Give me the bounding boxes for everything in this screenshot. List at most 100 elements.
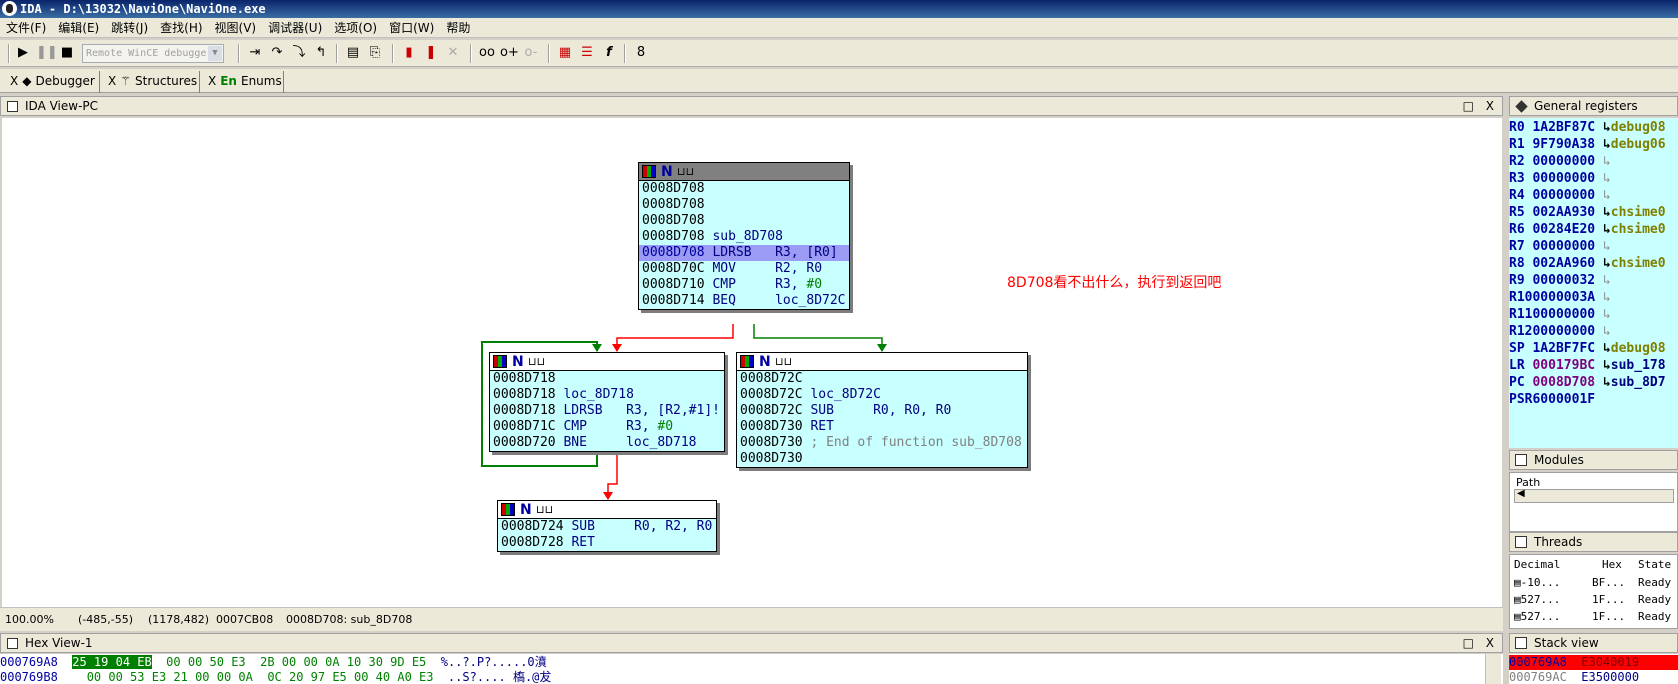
- register-value[interactable]: 6000001F: [1532, 392, 1595, 407]
- hex-scrollbar[interactable]: [1485, 654, 1501, 684]
- graph-icon[interactable]: 8: [632, 44, 650, 62]
- register-row-r2[interactable]: R2 00000000 ↳: [1509, 153, 1611, 171]
- watch-icon[interactable]: oo: [478, 44, 496, 62]
- register-value[interactable]: 00000000: [1525, 188, 1595, 203]
- run-to-cursor-icon[interactable]: ⤵: [290, 44, 308, 62]
- register-reference[interactable]: debug08: [1611, 120, 1666, 135]
- register-value[interactable]: 00000000: [1525, 171, 1595, 186]
- disasm-line[interactable]: 0008D714 BEQ loc_8D72C: [639, 293, 849, 309]
- start-process-icon[interactable]: ▶: [14, 44, 32, 62]
- registers-panel[interactable]: R0 1A2BF87C ↳debug08 R1 9F790A38 ↳debug06…: [1509, 118, 1678, 448]
- threads-header[interactable]: Threads: [1509, 532, 1678, 552]
- disasm-line[interactable]: 0008D720 BNE loc_8D718: [490, 435, 724, 451]
- register-reference[interactable]: chsime0: [1611, 222, 1666, 237]
- jump-arrow-icon[interactable]: ↳: [1603, 120, 1611, 135]
- disasm-line[interactable]: 0008D708 sub_8D708: [639, 229, 849, 245]
- threads-col-hex[interactable]: Hex: [1602, 557, 1622, 573]
- remove-watch-icon[interactable]: o-: [522, 44, 540, 62]
- stack-view-header[interactable]: Stack view: [1509, 633, 1678, 653]
- tab-enums[interactable]: X En Enums: [204, 71, 284, 93]
- disasm-line[interactable]: 0008D708: [639, 197, 849, 213]
- graph-view[interactable]: N ⊔⊔ 0008D708 0008D708 0008D708 0008D708 …: [2, 118, 1502, 607]
- jump-arrow-icon[interactable]: ↳: [1603, 290, 1611, 305]
- current-instruction-line[interactable]: 0008D708 LDRSB R3, [R0]: [639, 245, 849, 261]
- disasm-line[interactable]: 0008D708: [639, 213, 849, 229]
- register-value[interactable]: 000179BC: [1525, 358, 1595, 373]
- register-row-r4[interactable]: R4 00000000 ↳: [1509, 187, 1611, 205]
- disasm-line[interactable]: 0008D72C: [737, 371, 1027, 387]
- graph-node-loc-8d718[interactable]: N ⊔⊔ 0008D718 0008D718 loc_8D718 0008D718…: [489, 352, 725, 452]
- jump-arrow-icon[interactable]: ↳: [1603, 188, 1611, 203]
- menu-options[interactable]: 选项(O): [328, 18, 383, 38]
- thread-row[interactable]: ▤527...: [1514, 609, 1560, 625]
- register-row-lr[interactable]: LR 000179BC ↳sub_178: [1509, 357, 1666, 375]
- jump-arrow-icon[interactable]: ↳: [1603, 375, 1611, 390]
- modules-scrollbar[interactable]: ◀: [1514, 488, 1674, 503]
- threads-col-decimal[interactable]: Decimal: [1514, 557, 1560, 573]
- thread-row[interactable]: ▤527...: [1514, 592, 1560, 608]
- disasm-line[interactable]: 0008D72C SUB R0, R0, R0: [737, 403, 1027, 419]
- jump-arrow-icon[interactable]: ↳: [1603, 154, 1611, 169]
- register-value[interactable]: 00000000: [1532, 324, 1595, 339]
- register-row-sp[interactable]: SP 1A2BF7FC ↳debug08: [1509, 340, 1666, 358]
- trace-icon[interactable]: ⎘: [366, 44, 384, 62]
- menu-file[interactable]: 文件(F): [0, 18, 52, 38]
- hex-row[interactable]: 000769B8 00 00 53 E3 21 00 00 0A 0C 20 9…: [0, 670, 551, 684]
- jump-arrow-icon[interactable]: ↳: [1603, 307, 1611, 322]
- run-until-return-icon[interactable]: ↰: [312, 44, 330, 62]
- menu-view[interactable]: 视图(V): [209, 18, 263, 38]
- disasm-line[interactable]: 0008D71C CMP R3, #0: [490, 419, 724, 435]
- disasm-line[interactable]: 0008D724 SUB R0, R2, R0: [498, 519, 716, 535]
- node-graph-icon[interactable]: ⊔⊔: [536, 503, 553, 517]
- tab-debugger[interactable]: X ◆ Debugger: [6, 71, 100, 93]
- node-graph-icon[interactable]: ⊔⊔: [677, 165, 694, 179]
- jump-arrow-icon[interactable]: ↳: [1603, 273, 1611, 288]
- register-row-r12[interactable]: R1200000000 ↳: [1509, 323, 1611, 341]
- show-ip-icon[interactable]: ▤: [344, 44, 362, 62]
- register-value[interactable]: 0000003A: [1532, 290, 1595, 305]
- jump-arrow-icon[interactable]: ↳: [1603, 222, 1611, 237]
- debugger-select[interactable]: Remote WinCE debugger ▼: [82, 44, 224, 63]
- jump-arrow-icon[interactable]: ↳: [1603, 358, 1611, 373]
- disasm-line[interactable]: 0008D718 loc_8D718: [490, 387, 724, 403]
- disasm-line[interactable]: 0008D730 ; End of function sub_8D708: [737, 435, 1027, 451]
- register-row-r3[interactable]: R3 00000000 ↳: [1509, 170, 1611, 188]
- register-row-r0[interactable]: R0 1A2BF87C ↳debug08: [1509, 119, 1666, 137]
- disasm-line[interactable]: 0008D72C loc_8D72C: [737, 387, 1027, 403]
- register-row-pc[interactable]: PC 0008D708 ↳sub_8D7: [1509, 374, 1666, 392]
- tab-structures[interactable]: X ⚚ Structures: [104, 71, 200, 93]
- add-breakpoint-icon[interactable]: ▮: [400, 44, 418, 62]
- register-row-r9[interactable]: R9 00000032 ↳: [1509, 272, 1611, 290]
- node-color-icon[interactable]: [501, 503, 515, 516]
- register-value[interactable]: 9F790A38: [1525, 137, 1595, 152]
- jump-arrow-icon[interactable]: ↳: [1603, 205, 1611, 220]
- register-reference[interactable]: sub_8D7: [1611, 375, 1666, 390]
- menu-debugger[interactable]: 调试器(U): [262, 18, 328, 38]
- node-color-icon[interactable]: [642, 165, 656, 178]
- register-row-r1[interactable]: R1 9F790A38 ↳debug06: [1509, 136, 1666, 154]
- stack-view[interactable]: 000769A8 E3040019 000769AC E3500000: [1509, 654, 1678, 684]
- threads-list[interactable]: Decimal Hex State ▤-10... BF... Ready ▤5…: [1509, 554, 1678, 629]
- jump-arrow-icon[interactable]: ↳: [1603, 341, 1611, 356]
- hex-row[interactable]: 000769A8 25 19 04 EB 00 00 50 E3 2B 00 0…: [0, 655, 547, 670]
- scroll-left-icon[interactable]: ◀: [1517, 488, 1525, 499]
- jump-arrow-icon[interactable]: ↳: [1603, 324, 1611, 339]
- register-value[interactable]: 002AA930: [1525, 205, 1595, 220]
- graph-node-8d724[interactable]: N ⊔⊔ 0008D724 SUB R0, R2, R0 0008D728 RET: [497, 500, 717, 552]
- register-value[interactable]: 00000000: [1532, 307, 1595, 322]
- register-reference[interactable]: debug06: [1611, 137, 1666, 152]
- disasm-line[interactable]: 0008D70C MOV R2, R0: [639, 261, 849, 277]
- disasm-line[interactable]: 0008D728 RET: [498, 535, 716, 551]
- disasm-line[interactable]: 0008D710 CMP R3, #0: [639, 277, 849, 293]
- step-over-icon[interactable]: ↷: [268, 44, 286, 62]
- stack-row-current[interactable]: 000769A8 E3040019: [1509, 655, 1678, 670]
- threads-col-state[interactable]: State: [1638, 557, 1671, 573]
- menu-search[interactable]: 查找(H): [154, 18, 208, 38]
- graph-node-loc-8d72c[interactable]: N ⊔⊔ 0008D72C 0008D72C loc_8D72C 0008D72C…: [736, 352, 1028, 468]
- register-reference[interactable]: chsime0: [1611, 256, 1666, 271]
- menu-jump[interactable]: 跳转(J): [105, 18, 154, 38]
- menu-edit[interactable]: 编辑(E): [52, 18, 105, 38]
- register-value[interactable]: 0008D708: [1525, 375, 1595, 390]
- register-row-r6[interactable]: R6 00284E20 ↳chsime0: [1509, 221, 1666, 239]
- add-watch-icon[interactable]: o+: [500, 44, 519, 62]
